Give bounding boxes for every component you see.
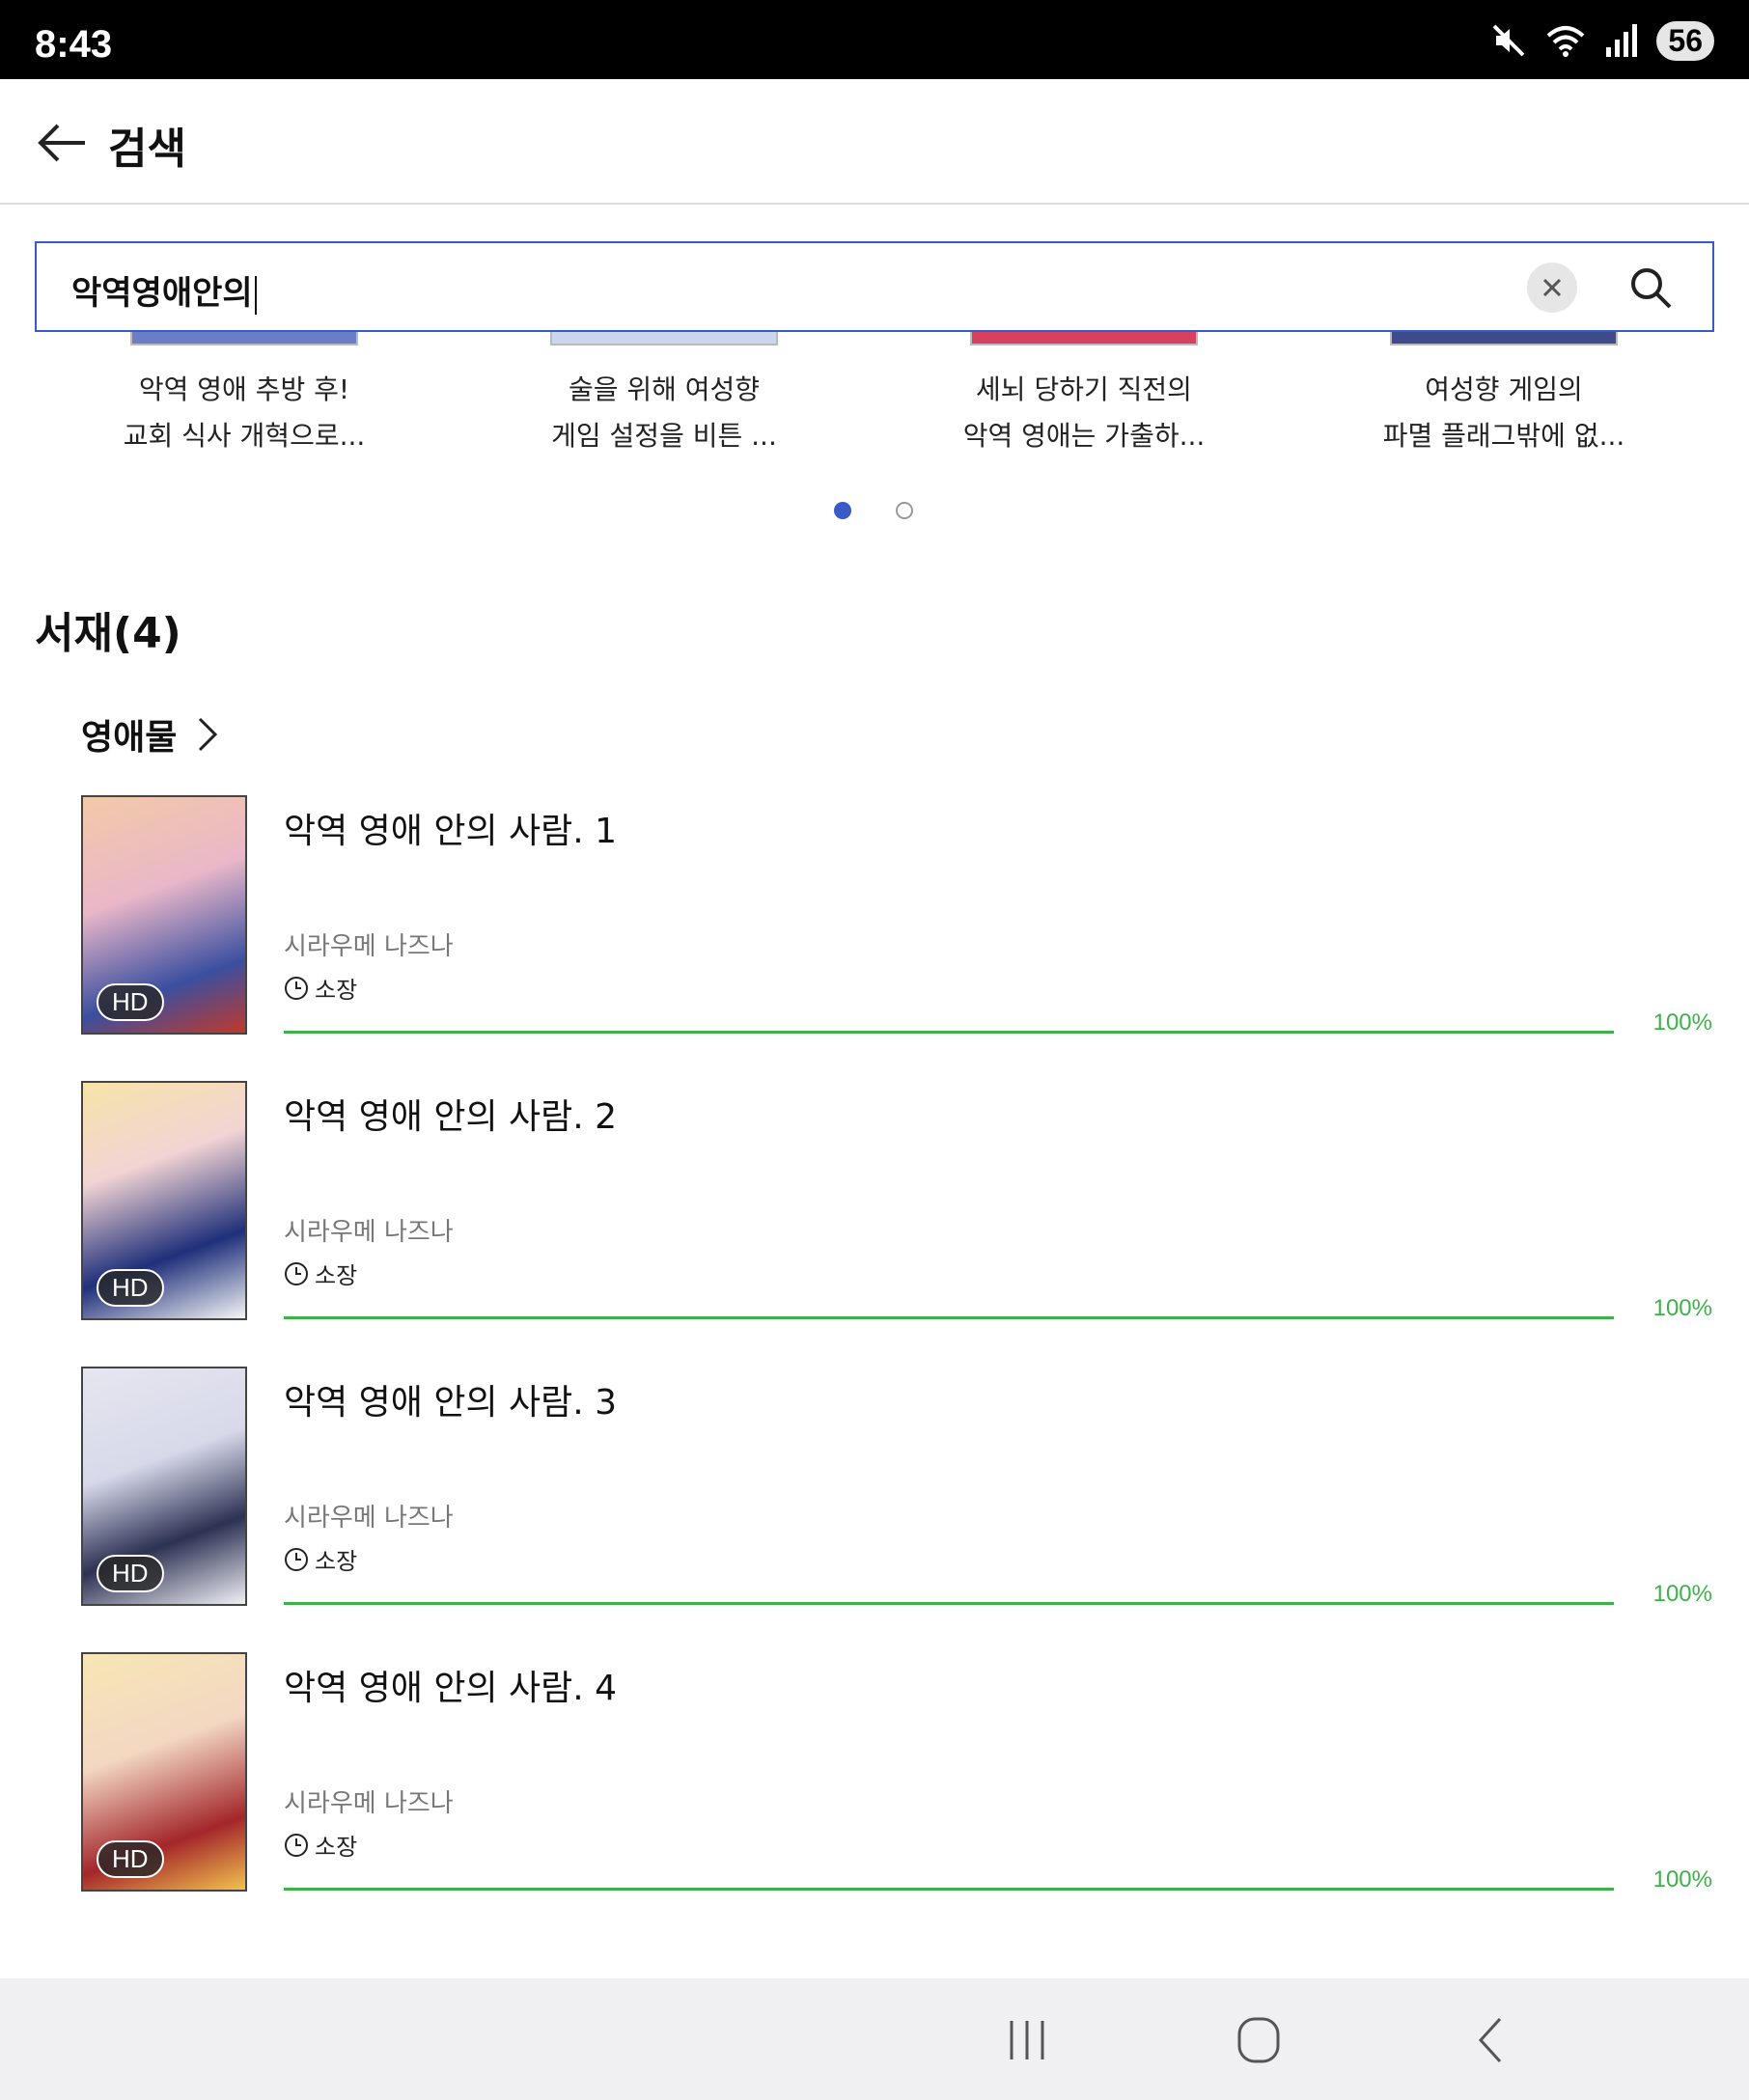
- carousel-item[interactable]: 악역 영애 추방 후! 교회 식사 개혁으로...: [51, 332, 437, 459]
- clock-icon: [285, 1261, 308, 1285]
- ownership-status: 소장: [284, 1542, 357, 1576]
- book-author: 시라우메 나즈나: [284, 932, 454, 961]
- clock-icon: [285, 1547, 308, 1571]
- book-cover-thumbnail: [550, 332, 778, 345]
- carousel-title-line1: 술을 위해 여성향: [568, 373, 761, 405]
- carousel-page-indicator: [0, 502, 1749, 521]
- hd-badge: HD: [97, 1840, 164, 1878]
- mute-icon: [1492, 24, 1525, 57]
- library-section-title: 서재(4): [35, 609, 181, 658]
- carousel-title-line1: 여성향 게임의: [1425, 373, 1583, 405]
- carousel-item[interactable]: 여성향 게임의 파멸 플래그밖에 없...: [1311, 332, 1697, 459]
- reading-progress-fill: [284, 1031, 1614, 1034]
- text-caret: [254, 275, 257, 315]
- book-title: 악역 영애 안의 사람. 1: [284, 812, 618, 851]
- wifi-icon: [1547, 26, 1585, 57]
- book-cover[interactable]: HD: [81, 795, 247, 1035]
- signal-icon: [1606, 24, 1638, 57]
- book-cover[interactable]: HD: [81, 1652, 247, 1892]
- category-label: 영애물: [81, 718, 178, 758]
- carousel-item-title: 악역 영애 추방 후! 교회 식사 개혁으로...: [51, 367, 437, 459]
- hd-badge: HD: [97, 1269, 164, 1307]
- page-dot[interactable]: [896, 502, 913, 519]
- book-cover-thumbnail: [1390, 332, 1618, 345]
- battery-badge: 56: [1656, 20, 1714, 61]
- ownership-label: 소장: [315, 1548, 358, 1575]
- reading-progress-percent: 100%: [1652, 1581, 1712, 1607]
- reading-progress-percent: 100%: [1652, 1009, 1712, 1036]
- ownership-label: 소장: [315, 977, 358, 1004]
- reading-progress-fill: [284, 1316, 1614, 1319]
- back-chevron-icon[interactable]: [1463, 2013, 1521, 2067]
- reading-progress-percent: 100%: [1652, 1295, 1712, 1321]
- page-title: 검색: [108, 124, 186, 174]
- clock-icon: [285, 1833, 308, 1857]
- carousel-title-line2: 악역 영애는 가출하...: [962, 420, 1206, 452]
- carousel-title-line2: 교회 식사 개혁으로...: [123, 420, 366, 452]
- carousel-item[interactable]: 술을 위해 여성향 게임 설정을 비튼 ...: [471, 332, 857, 459]
- carousel-title-line2: 게임 설정을 비튼 ...: [551, 420, 777, 452]
- book-author: 시라우메 나즈나: [284, 1504, 454, 1533]
- ownership-label: 소장: [315, 1834, 358, 1861]
- book-list-item[interactable]: HD 악역 영애 안의 사람. 4 시라우메 나즈나 소장 100%: [81, 1652, 1722, 1897]
- reading-progress-bar: [284, 1031, 1614, 1034]
- clock-icon: [285, 976, 308, 1000]
- close-icon: [1542, 278, 1562, 297]
- hd-badge: HD: [97, 1555, 164, 1592]
- home-icon[interactable]: [1230, 2013, 1288, 2067]
- book-cover-thumbnail: [130, 332, 358, 345]
- book-list-item[interactable]: HD 악역 영애 안의 사람. 1 시라우메 나즈나 소장 100%: [81, 795, 1722, 1040]
- book-author: 시라우메 나즈나: [284, 1218, 454, 1247]
- category-link[interactable]: 영애물: [81, 710, 221, 759]
- reading-progress-bar: [284, 1888, 1614, 1891]
- clear-search-button[interactable]: [1527, 262, 1577, 313]
- app-header: 검색: [0, 79, 1749, 205]
- reading-progress-bar: [284, 1602, 1614, 1605]
- carousel-title-line2: 파멸 플래그밖에 없...: [1382, 420, 1625, 452]
- carousel-item-title: 세뇌 당하기 직전의 악역 영애는 가출하...: [891, 367, 1277, 459]
- ownership-status: 소장: [284, 1257, 357, 1290]
- search-input[interactable]: 악역영애안의: [35, 241, 1714, 332]
- recent-apps-icon[interactable]: [998, 2013, 1056, 2067]
- book-cover[interactable]: HD: [81, 1081, 247, 1320]
- page-dot-active[interactable]: [834, 502, 851, 519]
- search-query[interactable]: 악역영애안의: [71, 266, 257, 315]
- status-icons: 56: [1490, 19, 1714, 62]
- book-author: 시라우메 나즈나: [284, 1789, 454, 1818]
- book-title: 악역 영애 안의 사람. 3: [284, 1383, 618, 1423]
- recommendation-carousel[interactable]: 악역 영애 추방 후! 교회 식사 개혁으로... 술을 위해 여성향 게임 설…: [35, 332, 1714, 477]
- reading-progress-fill: [284, 1888, 1614, 1891]
- book-cover[interactable]: HD: [81, 1367, 247, 1606]
- system-navigation-bar: [0, 1978, 1749, 2100]
- ownership-status: 소장: [284, 1828, 357, 1862]
- ownership-status: 소장: [284, 971, 357, 1005]
- reading-progress-percent: 100%: [1652, 1866, 1712, 1893]
- search-icon[interactable]: [1627, 264, 1674, 311]
- carousel-title-line1: 세뇌 당하기 직전의: [976, 373, 1192, 405]
- ownership-label: 소장: [315, 1262, 358, 1289]
- book-title: 악역 영애 안의 사람. 4: [284, 1669, 618, 1708]
- book-list-item[interactable]: HD 악역 영애 안의 사람. 2 시라우메 나즈나 소장 100%: [81, 1081, 1722, 1326]
- reading-progress-fill: [284, 1602, 1614, 1605]
- carousel-item[interactable]: 세뇌 당하기 직전의 악역 영애는 가출하...: [891, 332, 1277, 459]
- chevron-right-icon: [199, 717, 218, 752]
- carousel-title-line1: 악역 영애 추방 후!: [138, 373, 350, 405]
- carousel-item-title: 술을 위해 여성향 게임 설정을 비튼 ...: [471, 367, 857, 459]
- status-bar: 8:43 56: [0, 0, 1749, 79]
- carousel-item-title: 여성향 게임의 파멸 플래그밖에 없...: [1311, 367, 1697, 459]
- search-query-text: 악역영애안의: [71, 274, 253, 313]
- hd-badge: HD: [97, 983, 164, 1021]
- reading-progress-bar: [284, 1316, 1614, 1319]
- book-list-item[interactable]: HD 악역 영애 안의 사람. 3 시라우메 나즈나 소장 100%: [81, 1367, 1722, 1612]
- book-cover-thumbnail: [970, 332, 1198, 345]
- status-time: 8:43: [35, 23, 113, 66]
- book-title: 악역 영애 안의 사람. 2: [284, 1097, 618, 1137]
- arrow-left-icon[interactable]: [35, 116, 89, 170]
